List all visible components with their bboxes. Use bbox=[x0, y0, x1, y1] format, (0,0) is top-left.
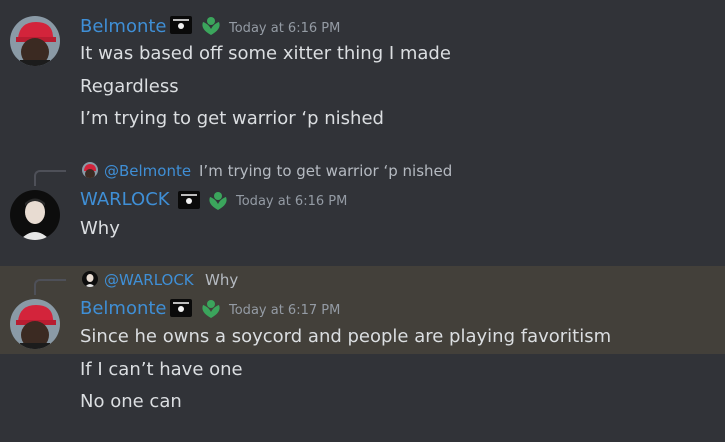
message-text: I’m trying to get warrior ‘p nished bbox=[80, 108, 384, 129]
reply-spine bbox=[34, 170, 66, 186]
reply-preview-text[interactable]: I’m trying to get warrior ‘p nished bbox=[199, 162, 452, 180]
message-text: It was based off some xitter thing I mad… bbox=[80, 43, 451, 64]
reply-spine bbox=[34, 279, 66, 295]
message-timestamp[interactable]: Today at 6:16 PM bbox=[229, 21, 340, 37]
message-text: No one can bbox=[80, 391, 182, 412]
reply-avatar[interactable] bbox=[82, 271, 98, 287]
avatar[interactable] bbox=[10, 190, 60, 240]
avatar[interactable] bbox=[10, 299, 60, 349]
author-name[interactable]: Belmonte bbox=[80, 298, 167, 320]
black-flag-badge-icon[interactable] bbox=[178, 191, 200, 209]
author-name[interactable]: WARLOCK bbox=[80, 189, 170, 211]
reply-avatar[interactable] bbox=[82, 162, 98, 178]
green-leaf-badge-icon[interactable] bbox=[206, 190, 230, 216]
green-leaf-badge-icon[interactable] bbox=[199, 15, 223, 41]
message-text: Regardless bbox=[80, 76, 179, 97]
reply-author[interactable]: @WARLOCK bbox=[104, 271, 194, 289]
reply-author[interactable]: @Belmonte bbox=[104, 162, 191, 180]
green-leaf-badge-icon[interactable] bbox=[199, 298, 223, 324]
message-text: If I can’t have one bbox=[80, 359, 243, 380]
reply-preview-text[interactable]: Why bbox=[205, 271, 238, 289]
avatar[interactable] bbox=[10, 16, 60, 66]
author-name[interactable]: Belmonte bbox=[80, 16, 167, 38]
message-timestamp[interactable]: Today at 6:17 PM bbox=[229, 303, 340, 319]
message-timestamp[interactable]: Today at 6:16 PM bbox=[236, 194, 347, 210]
black-flag-badge-icon[interactable] bbox=[170, 16, 192, 34]
message-text: Since he owns a soycord and people are p… bbox=[80, 326, 612, 347]
black-flag-badge-icon[interactable] bbox=[170, 299, 192, 317]
message-text: Why bbox=[80, 218, 120, 239]
